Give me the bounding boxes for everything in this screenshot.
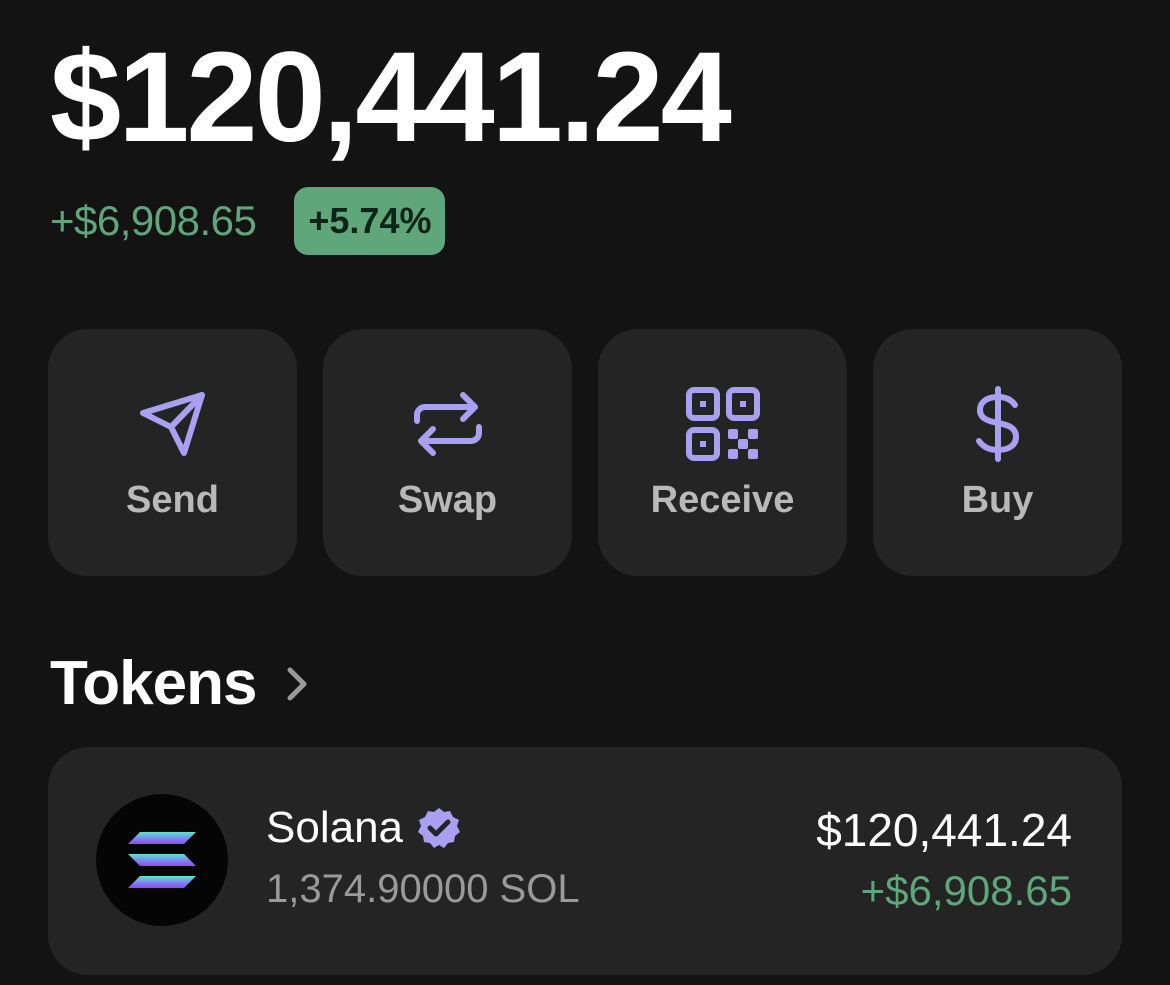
swap-button[interactable]: Swap: [323, 329, 572, 576]
balance-change-percent-badge: +5.74%: [294, 187, 446, 255]
send-button[interactable]: Send: [48, 329, 297, 576]
send-label: Send: [126, 479, 219, 521]
token-row-solana[interactable]: Solana 1,374.90000 SOL $120,441.24 +$6,9…: [48, 747, 1122, 975]
wallet-home-screen: $120,441.24 +$6,908.65 +5.74% Send Swap …: [0, 0, 1170, 985]
buy-label: Buy: [961, 479, 1034, 521]
token-change: +$6,908.65: [860, 867, 1072, 914]
quick-actions: Send Swap Receive Buy: [48, 329, 1122, 576]
swap-label: Swap: [397, 479, 498, 521]
buy-button[interactable]: Buy: [873, 329, 1122, 576]
swap-icon: [409, 385, 487, 463]
receive-label: Receive: [650, 479, 795, 521]
verified-badge-icon: [418, 808, 461, 848]
token-name: Solana: [266, 803, 404, 852]
qr-code-icon: [684, 385, 762, 463]
tokens-section-header[interactable]: Tokens: [50, 648, 312, 719]
tokens-title: Tokens: [50, 649, 257, 718]
balance-change-row: +$6,908.65 +5.74%: [50, 186, 446, 256]
total-balance: $120,441.24: [50, 26, 732, 169]
balance-change-amount: +$6,908.65: [50, 197, 257, 244]
chevron-right-icon: [287, 667, 307, 700]
receive-button[interactable]: Receive: [598, 329, 847, 576]
solana-logo-icon: [96, 794, 228, 926]
token-value: $120,441.24: [816, 804, 1072, 856]
dollar-icon: [959, 385, 1037, 463]
token-amount: 1,374.90000 SOL: [266, 867, 580, 911]
token-name-row: Solana: [266, 803, 461, 853]
send-icon: [134, 385, 212, 463]
